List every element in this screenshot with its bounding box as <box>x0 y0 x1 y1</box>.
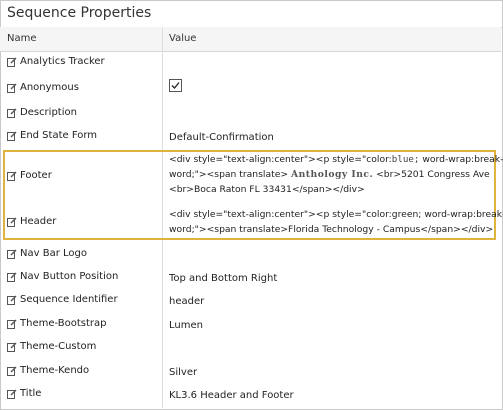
property-value[interactable]: Silver <box>169 365 493 380</box>
property-row-nav-bar-logo[interactable]: Nav Bar Logo <box>0 246 501 266</box>
edit-icon[interactable] <box>7 217 17 227</box>
property-label: Theme-Kendo <box>20 365 90 376</box>
property-name[interactable]: Footer <box>7 170 52 181</box>
property-label: Sequence Identifier <box>20 294 118 305</box>
property-row-header[interactable]: Header <div style="text-align:center"><p… <box>0 206 503 238</box>
property-value[interactable]: <div style="text-align:center"><p style=… <box>169 152 503 197</box>
property-value[interactable]: KL3.6 Header and Footer <box>169 388 493 403</box>
edit-icon[interactable] <box>7 366 17 376</box>
edit-icon[interactable] <box>7 57 17 67</box>
property-value <box>169 79 493 97</box>
property-row-theme-kendo[interactable]: Theme-Kendo Silver <box>0 363 501 383</box>
property-label: Anonymous <box>20 82 79 93</box>
property-value[interactable]: Top and Bottom Right <box>169 271 493 286</box>
property-label: End State Form <box>20 130 98 141</box>
property-label: Theme-Custom <box>20 341 97 352</box>
property-row-anonymous[interactable]: Anonymous <box>0 75 501 99</box>
property-label: Footer <box>20 170 52 181</box>
property-label: Header <box>20 216 57 227</box>
edit-icon[interactable] <box>7 249 17 259</box>
property-row-theme-custom[interactable]: Theme-Custom <box>0 339 501 359</box>
edit-icon[interactable] <box>7 295 17 305</box>
property-label: Title <box>20 388 42 399</box>
property-label: Theme-Bootstrap <box>20 318 107 329</box>
property-name[interactable]: Title <box>7 388 41 399</box>
property-label: Nav Button Position <box>20 271 119 282</box>
edit-icon[interactable] <box>7 389 17 399</box>
table-header: Name Value <box>0 27 501 52</box>
property-row-sequence-identifier[interactable]: Sequence Identifier header <box>0 292 501 312</box>
property-name[interactable]: Header <box>7 216 56 227</box>
code-line: <div style="text-align:center"><p style=… <box>169 209 503 220</box>
property-name[interactable]: Nav Bar Logo <box>7 248 87 259</box>
property-row-footer[interactable]: Footer <div style="text-align:center"><p… <box>0 152 503 198</box>
edit-icon[interactable] <box>7 319 17 329</box>
edit-icon[interactable] <box>7 272 17 282</box>
panel-title: Sequence Properties <box>1 1 502 28</box>
edit-icon[interactable] <box>7 342 17 352</box>
code-line: word;"><span translate>Florida Technolog… <box>169 224 494 235</box>
column-header-value[interactable]: Value <box>169 33 196 44</box>
checkbox-checked-icon[interactable] <box>169 79 182 92</box>
property-row-theme-bootstrap[interactable]: Theme-Bootstrap Lumen <box>0 316 501 336</box>
property-name[interactable]: Theme-Bootstrap <box>7 318 106 329</box>
code-line: <div style="text-align:center"><p style=… <box>169 154 503 165</box>
property-name[interactable]: Description <box>7 107 77 118</box>
property-row-description[interactable]: Description <box>0 104 501 124</box>
property-name[interactable]: Anonymous <box>7 82 79 93</box>
code-line: <br>Boca Raton FL 33431</span></div> <box>169 184 365 195</box>
property-name[interactable]: Analytics Tracker <box>7 56 105 67</box>
column-header-name[interactable]: Name <box>7 33 37 44</box>
property-name[interactable]: Theme-Custom <box>7 341 96 352</box>
property-value[interactable]: Default-Confirmation <box>169 130 493 145</box>
edit-icon[interactable] <box>7 131 17 141</box>
property-label: Analytics Tracker <box>20 56 105 67</box>
code-line: word;"><span translate> Anthology Inc. <… <box>169 169 490 180</box>
property-name[interactable]: Nav Button Position <box>7 271 118 282</box>
property-row-title[interactable]: Title KL3.6 Header and Footer <box>0 386 501 406</box>
property-label: Description <box>20 107 77 118</box>
property-row-end-state-form[interactable]: End State Form Default-Confirmation <box>0 127 501 147</box>
property-row-nav-button-position[interactable]: Nav Button Position Top and Bottom Right <box>0 269 501 289</box>
edit-icon[interactable] <box>7 171 17 181</box>
property-value[interactable]: header <box>169 294 493 309</box>
property-name[interactable]: Sequence Identifier <box>7 294 118 305</box>
edit-icon[interactable] <box>7 108 17 118</box>
edit-icon[interactable] <box>7 83 17 93</box>
property-label: Nav Bar Logo <box>20 248 87 259</box>
property-value[interactable]: Lumen <box>169 318 493 333</box>
property-row-analytics-tracker[interactable]: Analytics Tracker <box>0 53 501 73</box>
property-value[interactable]: <div style="text-align:center"><p style=… <box>169 207 503 237</box>
property-name[interactable]: Theme-Kendo <box>7 365 89 376</box>
property-name[interactable]: End State Form <box>7 130 97 141</box>
